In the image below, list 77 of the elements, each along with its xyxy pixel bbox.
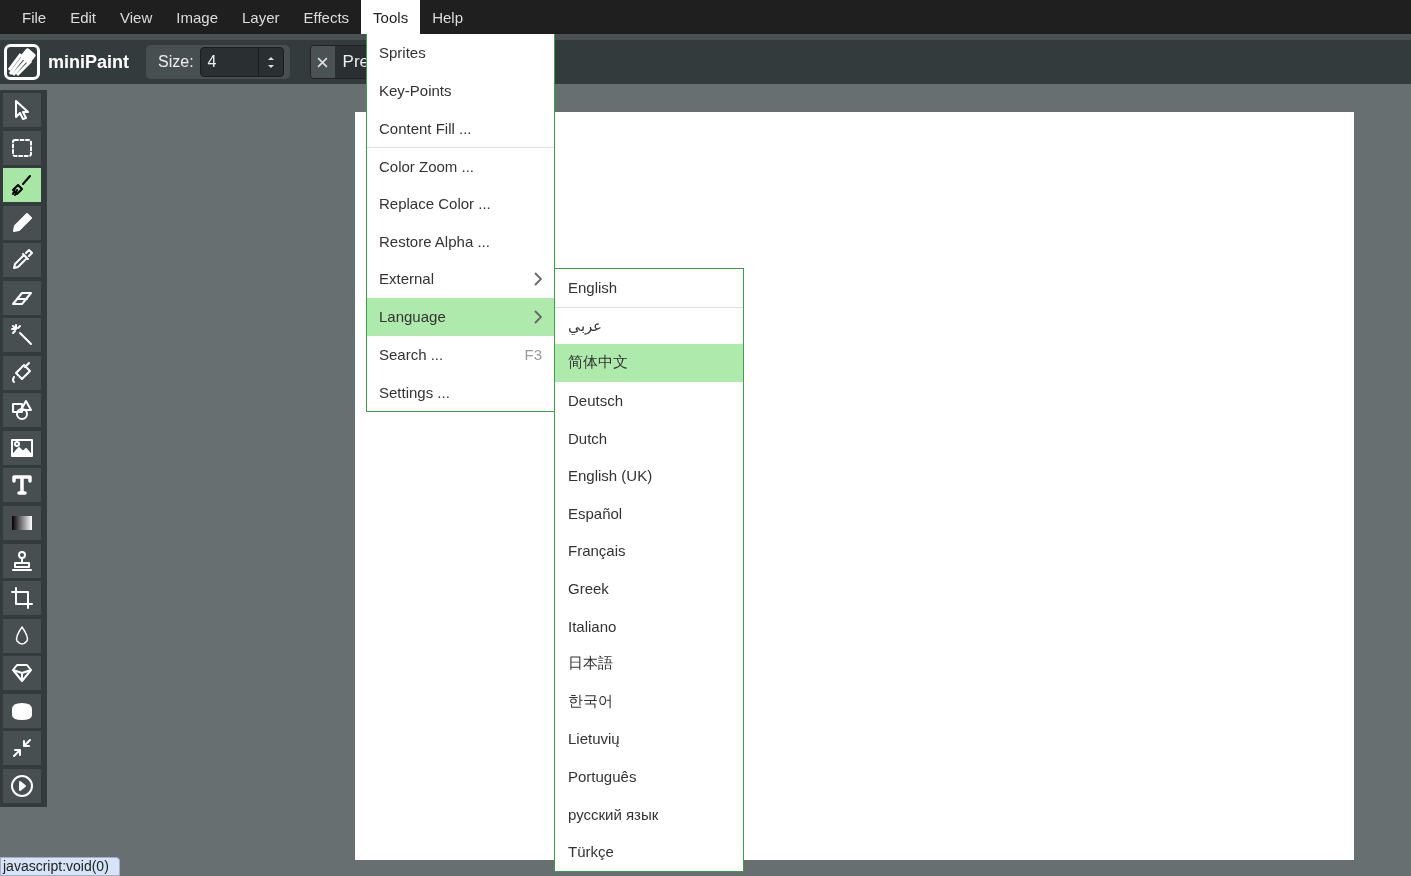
menu-option[interactable]: External	[367, 260, 554, 298]
tool-button[interactable]	[3, 355, 41, 390]
option-label: Key-Points	[379, 82, 453, 100]
menu-item[interactable]: File	[10, 0, 59, 34]
chevron-right-icon	[534, 309, 542, 324]
submenu-option[interactable]: Italiano	[555, 607, 743, 645]
menu-item[interactable]: Layer	[230, 0, 292, 34]
menu-option[interactable]: Language	[367, 297, 554, 336]
close-icon	[317, 56, 329, 68]
stamp-icon	[10, 548, 34, 573]
tool-button[interactable]	[3, 506, 41, 540]
menu-item[interactable]: Edit	[58, 0, 109, 34]
crop-icon	[10, 586, 34, 611]
menu-option[interactable]: Content Fill ...	[367, 109, 554, 148]
submenu-option[interactable]: 简体中文	[555, 344, 743, 382]
option-label: Language	[379, 308, 447, 326]
option-label: Restore Alpha ...	[379, 232, 491, 250]
tool-button[interactable]	[3, 656, 41, 691]
tool-button[interactable]	[3, 581, 41, 616]
option-label: Replace Color ...	[379, 195, 492, 213]
tool-button[interactable]	[3, 205, 41, 240]
option-label: Settings ...	[379, 383, 451, 401]
tool-button[interactable]	[3, 430, 41, 465]
menu-item[interactable]: Image	[164, 0, 230, 34]
tool-button[interactable]	[3, 393, 41, 428]
tool-button[interactable]	[3, 168, 41, 203]
submenu-option[interactable]: русский язык	[555, 795, 743, 833]
menu-option[interactable]: Search ... F3	[367, 335, 554, 374]
option-label: Color Zoom ...	[379, 157, 476, 175]
tool-button[interactable]	[3, 93, 41, 127]
submenu-option[interactable]: Français	[555, 532, 743, 570]
logo-icon	[4, 44, 40, 80]
tool-button[interactable]	[3, 243, 41, 278]
app-name: miniPaint	[48, 51, 130, 73]
menu-option[interactable]: Restore Alpha ...	[367, 222, 554, 261]
menu-option[interactable]: Settings ...	[367, 373, 554, 411]
clear-button[interactable]	[310, 46, 335, 78]
play-icon	[10, 773, 34, 798]
size-label: Size:	[158, 53, 194, 71]
tool-button[interactable]	[3, 468, 41, 503]
chevron-right-icon	[534, 271, 542, 286]
option-label: Search ...	[379, 345, 445, 363]
menu-item[interactable]: Help	[420, 0, 475, 34]
tool-button[interactable]	[3, 130, 41, 165]
submenu-option[interactable]: Türkçe	[555, 832, 743, 871]
menu-item[interactable]: Effects	[291, 0, 362, 34]
submenu-option[interactable]: 日本語	[555, 644, 743, 683]
option-label: External	[379, 270, 436, 288]
tool-button[interactable]	[3, 543, 41, 578]
tool-button[interactable]	[3, 731, 41, 766]
menu-option[interactable]: Color Zoom ...	[367, 147, 554, 185]
submenu-option[interactable]: Português	[555, 757, 743, 796]
tool-button[interactable]	[3, 318, 41, 353]
pencil-icon	[10, 210, 34, 235]
submenu-option[interactable]: Español	[555, 494, 743, 533]
submenu-option[interactable]: English	[555, 269, 743, 307]
menu-item[interactable]: View	[108, 0, 165, 34]
submenu-option[interactable]: Dutch	[555, 419, 743, 457]
tool-button[interactable]	[3, 280, 41, 315]
submenu-option[interactable]: 한국어	[555, 682, 743, 721]
submenu-option[interactable]: Greek	[555, 569, 743, 608]
magic-wand-icon	[10, 323, 34, 348]
menu-option[interactable]: Replace Color ...	[367, 184, 554, 223]
submenu-option[interactable]: Lietuvių	[555, 720, 743, 758]
status-link[interactable]: javascript:void(0)	[0, 857, 120, 876]
size-field[interactable]: 4	[199, 47, 284, 77]
menu-item[interactable]: Tools	[361, 0, 421, 34]
text-icon	[10, 473, 34, 498]
brush-icon	[10, 173, 34, 198]
option-label: Content Fill ...	[379, 119, 473, 137]
shapes-icon	[10, 398, 34, 423]
tool-button[interactable]	[3, 618, 41, 653]
shortcut-label: F3	[524, 345, 542, 363]
tool-button[interactable]	[3, 768, 41, 803]
submenu-option[interactable]: English (UK)	[555, 456, 743, 495]
submenu-option[interactable]: Deutsch	[555, 381, 743, 420]
tool-button[interactable]	[3, 693, 41, 728]
